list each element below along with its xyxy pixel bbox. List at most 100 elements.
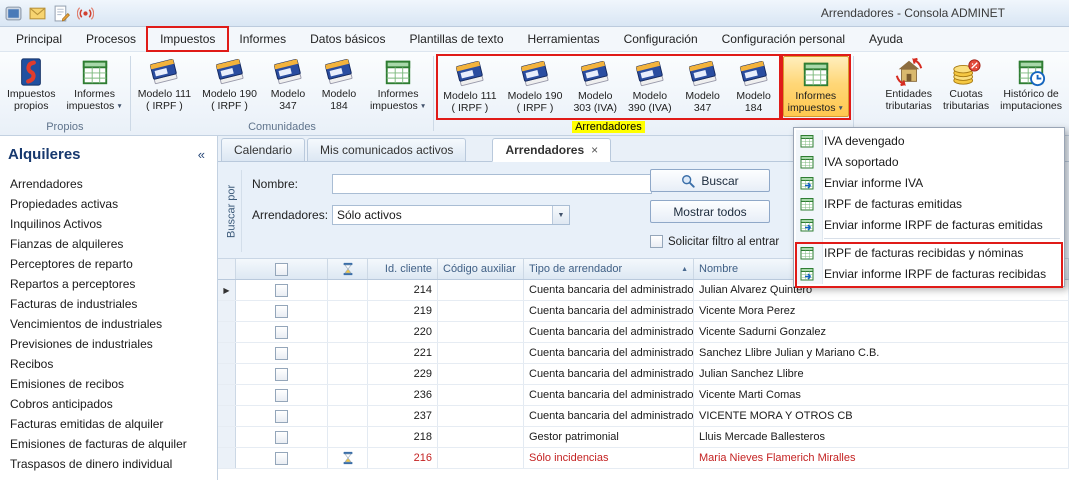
ribbon-button[interactable]: Entidades tributarias▼ (880, 54, 937, 114)
cell-nombre: Vicente Sadurni Gonzalez (694, 322, 1069, 342)
row-checkbox[interactable] (275, 389, 288, 402)
row-checkbox[interactable] (275, 305, 288, 318)
table-row[interactable]: ▶ 220 Cuenta bancaria del administrador … (218, 322, 1069, 343)
sidebar-item[interactable]: Traspasos de dinero individual (0, 454, 217, 474)
sidebar-item[interactable]: Perceptores de reparto (0, 254, 217, 274)
menu-item[interactable]: Configuración personal (710, 28, 857, 50)
ribbon-separator (130, 56, 131, 131)
ribbon-button[interactable]: Histórico de imputaciones▼ (995, 54, 1067, 114)
row-hourglass-cell (328, 385, 368, 405)
ribbon-button[interactable]: Modelo 390 (IVA)▼ (623, 56, 677, 116)
sidebar-item[interactable]: Facturas de industriales (0, 294, 217, 314)
menu-option[interactable]: IVA soportado (796, 151, 1062, 172)
row-indicator: ▶ (218, 280, 236, 300)
select-dropdown-button[interactable]: ▼ (552, 206, 569, 224)
mail-icon[interactable] (29, 5, 46, 22)
cell-id-cliente: 221 (368, 343, 438, 363)
column-header-codigo-auxiliar[interactable]: Código auxiliar (438, 259, 524, 279)
sidebar-item[interactable]: Propiedades activas (0, 194, 217, 214)
ribbon-button[interactable]: Impuestos propios▼ (2, 54, 60, 114)
arrendadores-select[interactable]: Sólo activos ▼ (332, 205, 570, 225)
menu-option[interactable]: IRPF de facturas recibidas y nóminas (796, 242, 1062, 263)
menu-option[interactable]: IVA devengado (796, 130, 1062, 151)
app-icon[interactable] (5, 5, 22, 22)
sidebar-item[interactable]: Previsiones de industriales (0, 334, 217, 354)
sidebar-item[interactable]: Emisiones de recibos (0, 374, 217, 394)
collapse-sidebar-icon[interactable]: « (198, 147, 205, 162)
tab-close-icon[interactable]: × (591, 143, 598, 157)
menu-item[interactable]: Procesos (74, 28, 148, 50)
broadcast-icon[interactable] (77, 5, 94, 22)
row-checkbox[interactable] (275, 410, 288, 423)
menu-option[interactable]: Enviar informe IRPF de facturas emitidas (796, 214, 1062, 235)
column-header-id-cliente[interactable]: Id. cliente (368, 259, 438, 279)
column-header-hourglass[interactable] (328, 259, 368, 279)
menu-item[interactable]: Herramientas (516, 28, 612, 50)
table-row[interactable]: ▶ 221 Cuenta bancaria del administrador … (218, 343, 1069, 364)
ribbon-button[interactable]: Modelo 347▼ (263, 54, 313, 114)
sidebar-item[interactable]: Facturas emitidas de alquiler (0, 414, 217, 434)
menu-option[interactable]: IRPF de facturas emitidas (796, 193, 1062, 214)
table-row[interactable]: ▶ 216 Sólo incidencias Maria Nieves Flam… (218, 448, 1069, 469)
informes-impuestos-button[interactable]: Informes impuestos▼ (783, 56, 849, 117)
ribbon-button[interactable]: Modelo 190 ( IRPF )▼ (503, 56, 568, 116)
tab[interactable]: Arrendadores × (492, 138, 611, 162)
ribbon-button[interactable]: Modelo 184▼ (314, 54, 364, 114)
buscar-button[interactable]: Buscar (650, 169, 770, 192)
tab[interactable]: Calendario × (221, 138, 305, 161)
column-header-checkbox[interactable] (236, 259, 328, 279)
menu-item[interactable]: Datos básicos (298, 28, 397, 50)
menu-item[interactable]: Principal (4, 28, 74, 50)
ribbon-button[interactable]: Modelo 111 ( IRPF )▼ (438, 56, 501, 116)
menu-item[interactable]: Impuestos (148, 28, 227, 50)
tab[interactable]: Mis comunicados activos × (307, 138, 466, 161)
table-row[interactable]: ▶ 219 Cuenta bancaria del administrador … (218, 301, 1069, 322)
ribbon-button[interactable]: Modelo 111 ( IRPF )▼ (133, 54, 196, 114)
sidebar-item[interactable]: Emisiones de facturas de alquiler (0, 434, 217, 454)
row-checkbox[interactable] (275, 326, 288, 339)
menu-option[interactable] (796, 235, 1062, 242)
cell-id-cliente: 229 (368, 364, 438, 384)
row-checkbox[interactable] (275, 368, 288, 381)
menu-option[interactable]: Enviar informe IRPF de facturas recibida… (796, 263, 1062, 284)
model-icon (635, 59, 665, 89)
table-row[interactable]: ▶ 237 Cuenta bancaria del administrador … (218, 406, 1069, 427)
ribbon-button[interactable]: Informes impuestos▼ (365, 54, 431, 115)
cell-tipo-arrendador: Cuenta bancaria del administrador (524, 364, 694, 384)
table-row[interactable]: ▶ 218 Gestor patrimonial Lluis Mercade B… (218, 427, 1069, 448)
row-checkbox[interactable] (275, 284, 288, 297)
menu-item[interactable]: Ayuda (857, 28, 915, 50)
coins-icon (951, 57, 981, 87)
table-row[interactable]: ▶ 236 Cuenta bancaria del administrador … (218, 385, 1069, 406)
ribbon-button[interactable]: Cuotas tributarias▼ (938, 54, 994, 114)
solicitar-filtro-checkbox[interactable] (650, 235, 663, 248)
sidebar-item[interactable]: Fianzas de alquileres (0, 234, 217, 254)
hourglass-icon (341, 262, 355, 276)
menu-option[interactable]: Enviar informe IVA (796, 172, 1062, 193)
ribbon-button[interactable]: Modelo 184▼ (729, 56, 779, 116)
row-hourglass-cell (328, 364, 368, 384)
table-row[interactable]: ▶ 229 Cuenta bancaria del administrador … (218, 364, 1069, 385)
ribbon-button[interactable]: Modelo 347▼ (678, 56, 728, 116)
menu-item[interactable]: Configuración (612, 28, 710, 50)
ribbon-button[interactable]: Modelo 303 (IVA)▼ (568, 56, 622, 116)
row-checkbox[interactable] (275, 452, 288, 465)
selected-option: Sólo activos (337, 208, 402, 222)
nombre-input[interactable] (332, 174, 652, 194)
sidebar-item[interactable]: Arrendadores (0, 174, 217, 194)
row-checkbox[interactable] (275, 347, 288, 360)
sidebar-item[interactable]: Vencimientos de industriales (0, 314, 217, 334)
ribbon-button[interactable]: Modelo 190 ( IRPF )▼ (197, 54, 262, 114)
sidebar-item[interactable]: Recibos (0, 354, 217, 374)
sidebar-item[interactable]: Repartos a perceptores (0, 274, 217, 294)
menu-item[interactable]: Informes (227, 28, 298, 50)
menu-item[interactable]: Plantillas de texto (397, 28, 515, 50)
ribbon-button[interactable]: Informes impuestos▼ (61, 54, 127, 115)
edit-note-icon[interactable] (53, 5, 70, 22)
select-all-checkbox[interactable] (275, 263, 288, 276)
column-header-tipo-arrendador[interactable]: Tipo de arrendador ▲ (524, 259, 694, 279)
sidebar-item[interactable]: Cobros anticipados (0, 394, 217, 414)
row-checkbox[interactable] (275, 431, 288, 444)
mostrar-todos-button[interactable]: Mostrar todos (650, 200, 770, 223)
sidebar-item[interactable]: Inquilinos Activos (0, 214, 217, 234)
